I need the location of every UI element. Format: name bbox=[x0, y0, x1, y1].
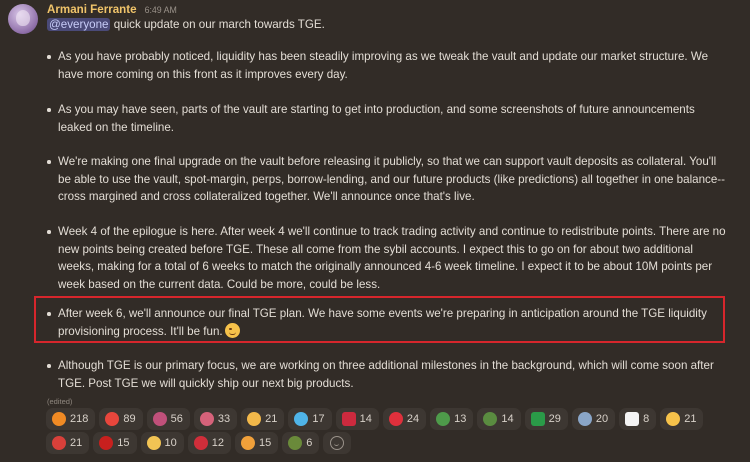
reaction-count: 29 bbox=[548, 413, 561, 425]
reaction-muscle[interactable]: 89 bbox=[99, 408, 143, 430]
muscle-icon bbox=[105, 412, 120, 426]
reaction-count: 15 bbox=[117, 437, 130, 449]
reaction-heart[interactable]: 24 bbox=[382, 408, 427, 430]
reaction-count: 13 bbox=[454, 413, 467, 425]
reaction-count: 21 bbox=[265, 413, 278, 425]
reaction-gift[interactable]: 33 bbox=[193, 408, 238, 430]
reaction-count: 6 bbox=[306, 437, 313, 449]
reaction-count: 21 bbox=[684, 413, 697, 425]
reaction-count: 20 bbox=[595, 413, 609, 425]
korea-flag-icon bbox=[625, 412, 640, 426]
reaction-doll[interactable]: 20 bbox=[571, 408, 616, 430]
reaction-count: 56 bbox=[170, 413, 183, 425]
pepe-icon bbox=[288, 436, 303, 450]
reaction-frog[interactable]: 13 bbox=[430, 408, 474, 430]
message-header: Armani Ferrante 6:49 AM bbox=[47, 3, 177, 17]
reaction-count: 33 bbox=[217, 413, 231, 425]
reaction-count: 10 bbox=[164, 437, 177, 449]
reaction-camera[interactable]: 56 bbox=[146, 408, 190, 430]
intro-text: quick update on our march towards TGE. bbox=[110, 18, 325, 31]
reaction-korea-flag[interactable]: 8 bbox=[619, 408, 657, 430]
reaction-count: 14 bbox=[501, 413, 514, 425]
hungary-flag-icon bbox=[341, 412, 356, 426]
ninja-badge-icon bbox=[99, 436, 114, 450]
sad-relieved-icon bbox=[666, 412, 681, 426]
reaction-hungary-flag[interactable]: 14 bbox=[335, 408, 379, 430]
gem-icon bbox=[294, 412, 309, 426]
frog-dance-icon bbox=[483, 412, 498, 426]
pray-icon bbox=[146, 436, 161, 450]
frog-icon bbox=[436, 412, 451, 426]
reaction-sad-relieved[interactable]: 21 bbox=[660, 408, 704, 430]
reaction-gem[interactable]: 17 bbox=[288, 408, 332, 430]
list-item: As you have probably noticed, liquidity … bbox=[47, 48, 727, 83]
list-item-text: Although TGE is our primary focus, we ar… bbox=[58, 359, 714, 390]
reaction-ninja-badge[interactable]: 15 bbox=[93, 432, 137, 454]
add-reaction-icon bbox=[330, 436, 345, 450]
robot-icon bbox=[52, 436, 66, 450]
reaction-frog-dance[interactable]: 14 bbox=[477, 408, 521, 430]
doll-icon bbox=[577, 412, 592, 426]
reaction-count: 218 bbox=[70, 413, 89, 425]
list-item: As you may have seen, parts of the vault… bbox=[47, 101, 727, 136]
reaction-party-popper[interactable]: 15 bbox=[235, 432, 279, 454]
message-intro: @everyone quick update on our march towa… bbox=[47, 17, 325, 32]
reaction-count: 24 bbox=[406, 413, 420, 425]
avatar[interactable] bbox=[8, 4, 38, 34]
reaction-count: 17 bbox=[312, 413, 325, 425]
brazil-flag-icon bbox=[530, 412, 545, 426]
chat-message: Armani Ferrante 6:49 AM @everyone quick … bbox=[0, 0, 750, 462]
camera-icon bbox=[152, 412, 167, 426]
list-item-text: We're making one final upgrade on the va… bbox=[58, 155, 726, 203]
reaction-count: 14 bbox=[359, 413, 372, 425]
ribbon-gift-icon bbox=[193, 436, 208, 450]
reaction-count: 21 bbox=[70, 437, 83, 449]
reaction-handshake[interactable]: 21 bbox=[241, 408, 285, 430]
list-item: We're making one final upgrade on the va… bbox=[47, 153, 727, 206]
list-item-text: Week 4 of the epilogue is here. After we… bbox=[58, 225, 726, 291]
add-reaction-button[interactable] bbox=[323, 432, 352, 454]
reactions-row: 218 89 56 33 21 17 14 24 13 14 29 20 8 21 bbox=[46, 408, 704, 430]
handshake-icon bbox=[247, 412, 262, 426]
reactions-row: 21 15 10 12 15 6 bbox=[46, 432, 352, 454]
reaction-ribbon-gift[interactable]: 12 bbox=[187, 432, 231, 454]
party-popper-icon bbox=[241, 436, 255, 450]
list-item: Although TGE is our primary focus, we ar… bbox=[47, 357, 727, 392]
edited-label: (edited) bbox=[47, 397, 73, 406]
timestamp: 6:49 AM bbox=[144, 5, 177, 15]
reaction-fire[interactable]: 218 bbox=[46, 408, 96, 430]
list-item-text: As you may have seen, parts of the vault… bbox=[58, 103, 695, 134]
reaction-count: 15 bbox=[259, 437, 272, 449]
reaction-count: 8 bbox=[643, 413, 650, 425]
username[interactable]: Armani Ferrante bbox=[47, 3, 137, 16]
fire-icon bbox=[52, 412, 66, 426]
reaction-brazil-flag[interactable]: 29 bbox=[524, 408, 568, 430]
highlight-annotation bbox=[34, 296, 725, 343]
reaction-robot[interactable]: 21 bbox=[46, 432, 90, 454]
list-item: Week 4 of the epilogue is here. After we… bbox=[47, 223, 727, 293]
list-item-text: As you have probably noticed, liquidity … bbox=[58, 50, 709, 81]
reaction-pray[interactable]: 10 bbox=[140, 432, 184, 454]
reaction-pepe[interactable]: 6 bbox=[282, 432, 320, 454]
everyone-mention[interactable]: @everyone bbox=[47, 18, 111, 31]
reaction-count: 89 bbox=[123, 413, 136, 425]
gift-icon bbox=[199, 412, 214, 426]
heart-icon bbox=[388, 412, 403, 426]
reaction-count: 12 bbox=[211, 437, 224, 449]
